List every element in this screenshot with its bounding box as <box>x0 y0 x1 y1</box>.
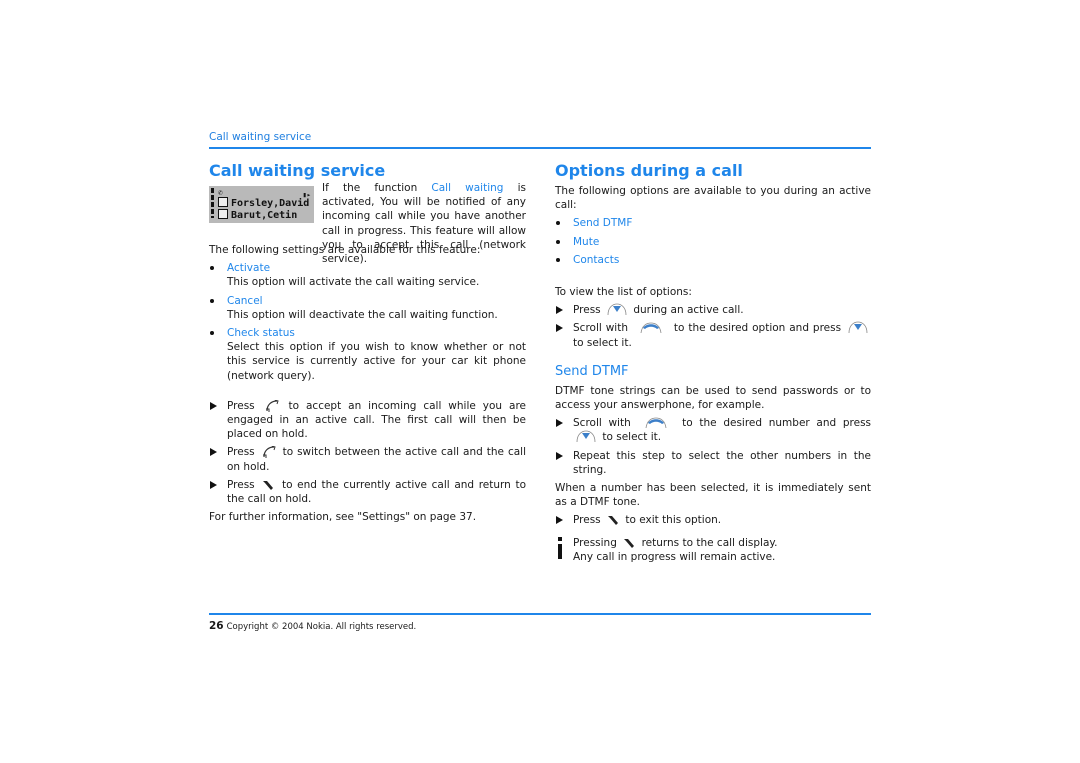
setting-item: Cancel This option will deactivate the c… <box>209 294 526 322</box>
manual-page: Call waiting service Call waiting servic… <box>209 0 871 763</box>
option-item: Send DTMF <box>555 216 871 230</box>
footer-rule <box>209 613 871 615</box>
contact-icon <box>218 197 228 207</box>
intro-text: If the function Call waiting is activate… <box>322 182 526 266</box>
copyright-notice: Copyright © 2004 Nokia. All rights reser… <box>226 622 417 632</box>
subsection-title-send-dtmf: Send DTMF <box>555 363 629 379</box>
signal-bars-icon <box>211 188 214 218</box>
settings-list: Activate This option will activate the c… <box>209 261 526 383</box>
step-item: Scroll with to the desired option and pr… <box>555 321 871 349</box>
end-key-icon <box>263 480 274 490</box>
contact-icon <box>218 209 228 219</box>
setting-cancel[interactable]: Cancel <box>227 295 263 307</box>
options-list: Send DTMF Mute Contacts <box>555 216 871 267</box>
setting-check-status[interactable]: Check status <box>227 327 295 339</box>
scroll-key-icon <box>646 417 667 429</box>
phone-display-image: ✆ ▮▸ Forsley,David Barut,Cetin <box>209 186 314 223</box>
step-item: Press to end the currently active call a… <box>209 478 526 506</box>
option-mute[interactable]: Mute <box>573 236 599 248</box>
dtmf-exit-list: Press to exit this option. <box>555 513 871 527</box>
end-key-icon <box>607 516 618 526</box>
dtmf-description: DTMF tone strings can be used to send pa… <box>555 384 871 412</box>
option-contacts[interactable]: Contacts <box>573 254 619 266</box>
intro-block: ✆ ▮▸ Forsley,David Barut,Cetin If the fu… <box>209 161 526 265</box>
step-item: Scroll with to the desired number and pr… <box>555 416 871 444</box>
setting-activate[interactable]: Activate <box>227 262 270 274</box>
option-item: Contacts <box>555 253 871 267</box>
setting-item: Check status Select this option if you w… <box>209 326 526 383</box>
option-send-dtmf[interactable]: Send DTMF <box>573 217 632 229</box>
page-number: 26 <box>209 620 224 632</box>
call-waiting-link[interactable]: Call waiting <box>431 182 503 194</box>
call-key-icon <box>262 446 276 459</box>
view-options-lead: To view the list of options: <box>555 286 692 299</box>
end-key-icon <box>624 538 635 548</box>
call-key-icon <box>265 399 279 412</box>
further-info: For further information, see "Settings" … <box>209 511 477 524</box>
step-item: Repeat this step to select the other num… <box>555 449 871 477</box>
header-rule <box>209 147 871 149</box>
setting-item: Activate This option will activate the c… <box>209 261 526 289</box>
options-lead: The following options are available to y… <box>555 185 871 212</box>
footer: 26 Copyright © 2004 Nokia. All rights res… <box>209 620 416 632</box>
dtmf-steps-list: Scroll with to the desired number and pr… <box>555 416 871 477</box>
option-item: Mute <box>555 235 871 249</box>
info-note: Pressing returns to the call display. An… <box>555 536 871 564</box>
running-head: Call waiting service <box>209 131 312 143</box>
right-column: Options during a call The following opti… <box>555 161 871 564</box>
dtmf-after-text: When a number has been selected, it is i… <box>555 482 871 509</box>
menu-key-icon <box>576 431 596 443</box>
step-item: Press to exit this option. <box>555 513 871 527</box>
step-item: Press during an active call. <box>555 303 871 317</box>
menu-key-icon <box>848 322 868 334</box>
info-icon <box>558 536 562 559</box>
left-column: Call waiting service ✆ ▮▸ Forsley,David … <box>209 161 526 524</box>
display-entry: Barut,Cetin <box>218 209 297 223</box>
scroll-key-icon <box>640 323 662 334</box>
step-item: Press to accept an incoming call while y… <box>209 399 526 442</box>
section-title-options: Options during a call <box>555 161 743 180</box>
menu-key-icon <box>607 303 627 316</box>
step-item: Press to switch between the active call … <box>209 445 526 473</box>
call-steps-list: Press to accept an incoming call while y… <box>209 399 526 506</box>
view-steps-list: Press during an active call. Scroll with… <box>555 303 871 350</box>
